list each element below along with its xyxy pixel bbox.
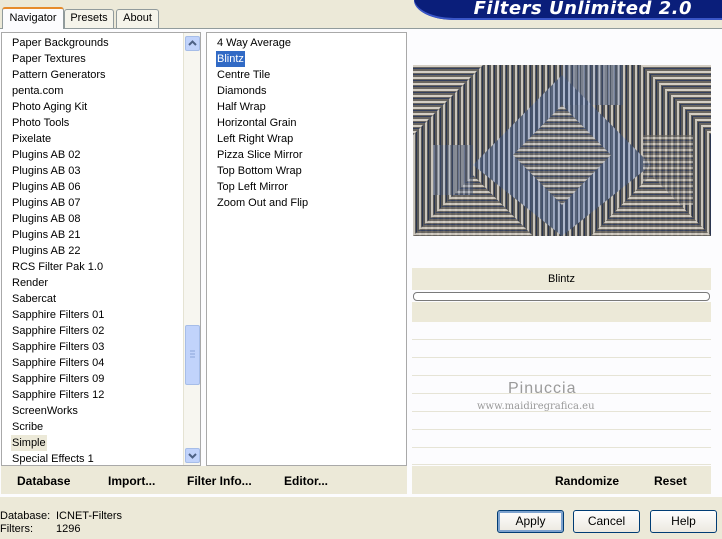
preview-image <box>413 65 711 236</box>
watermark-name: Pinuccia <box>508 380 577 397</box>
category-list-item[interactable]: Paper Textures <box>11 51 87 67</box>
filter-list-item[interactable]: Half Wrap <box>216 99 267 115</box>
filter-list-item[interactable]: Top Left Mirror <box>216 179 289 195</box>
category-list-item[interactable]: Plugins AB 21 <box>11 227 82 243</box>
category-list-item[interactable]: Scribe <box>11 419 44 435</box>
control-row <box>412 413 711 430</box>
filters-label: Filters: <box>0 523 33 535</box>
progress-bar <box>413 292 710 301</box>
category-list-item[interactable]: Pattern Generators <box>11 67 107 83</box>
category-list-item[interactable]: Simple <box>11 435 47 451</box>
help-button[interactable]: Help <box>650 510 717 533</box>
control-row <box>412 449 711 465</box>
control-row <box>412 341 711 358</box>
category-list-item[interactable]: Sapphire Filters 12 <box>11 387 105 403</box>
category-list-item[interactable]: RCS Filter Pak 1.0 <box>11 259 104 275</box>
category-scrollbar[interactable] <box>183 33 200 465</box>
category-list-item[interactable]: Plugins AB 07 <box>11 195 82 211</box>
category-list-item[interactable]: Render <box>11 275 49 291</box>
category-list-item[interactable]: Pixelate <box>11 131 52 147</box>
editor-button[interactable]: Editor... <box>284 474 328 488</box>
category-list-item[interactable]: ScreenWorks <box>11 403 79 419</box>
control-row <box>412 323 711 340</box>
chevron-up-icon[interactable] <box>185 36 200 51</box>
filters-count: 1296 <box>56 523 81 535</box>
apply-button[interactable]: Apply <box>497 510 564 533</box>
database-label: Database: <box>0 510 51 522</box>
category-list-item[interactable]: Photo Tools <box>11 115 70 131</box>
category-list-item[interactable]: penta.com <box>11 83 64 99</box>
category-list-item[interactable]: Sapphire Filters 09 <box>11 371 105 387</box>
category-list-item[interactable]: Photo Aging Kit <box>11 99 88 115</box>
title-banner: Filters Unlimited 2.0 <box>414 0 722 20</box>
database-button[interactable]: Database <box>17 474 70 488</box>
category-list-item[interactable]: Plugins AB 22 <box>11 243 82 259</box>
control-row <box>412 431 711 448</box>
filter-list[interactable]: 4 Way Average Blintz Centre Tile Diamonds Ha… <box>206 32 407 466</box>
category-list-item[interactable]: Sapphire Filters 04 <box>11 355 105 371</box>
category-list-item[interactable]: Plugins AB 08 <box>11 211 82 227</box>
filter-list-item[interactable]: Horizontal Grain <box>216 115 297 131</box>
filter-list-item[interactable]: Left Right Wrap <box>216 131 294 147</box>
category-list-item[interactable]: Sapphire Filters 01 <box>11 307 105 323</box>
filter-list-item[interactable]: Centre Tile <box>216 67 271 83</box>
filter-list-item[interactable]: 4 Way Average <box>216 35 292 51</box>
filter-list-item[interactable]: Pizza Slice Mirror <box>216 147 304 163</box>
filter-info-button[interactable]: Filter Info... <box>187 474 252 488</box>
randomize-button[interactable]: Randomize <box>555 474 619 488</box>
preview-top-area <box>412 32 711 64</box>
database-value: ICNET-Filters <box>56 510 122 522</box>
watermark-url: www.maidiregrafica.eu <box>477 401 595 412</box>
chevron-down-icon[interactable] <box>185 448 200 463</box>
tab-about[interactable]: About <box>116 9 159 28</box>
category-list-item[interactable]: Sapphire Filters 02 <box>11 323 105 339</box>
filter-list-item[interactable]: Top Bottom Wrap <box>216 163 303 179</box>
filter-list-item[interactable]: Zoom Out and Flip <box>216 195 309 211</box>
reset-button[interactable]: Reset <box>654 474 687 488</box>
app-title: Filters Unlimited 2.0 <box>473 0 692 19</box>
tab-navigator[interactable]: Navigator <box>2 7 64 29</box>
preview-spacer <box>412 236 711 266</box>
scroll-thumb[interactable] <box>185 325 200 385</box>
filter-list-item[interactable]: Blintz <box>216 51 245 67</box>
current-filter-name: Blintz <box>412 268 711 290</box>
control-row <box>412 359 711 376</box>
category-list-item[interactable]: Plugins AB 03 <box>11 163 82 179</box>
category-list-item[interactable]: Plugins AB 06 <box>11 179 82 195</box>
filter-list-item[interactable]: Diamonds <box>216 83 268 99</box>
category-list-item[interactable]: Sapphire Filters 03 <box>11 339 105 355</box>
import-button[interactable]: Import... <box>108 474 155 488</box>
category-list-item[interactable]: Sabercat <box>11 291 57 307</box>
tab-presets[interactable]: Presets <box>64 9 114 28</box>
category-list-item[interactable]: Special Effects 1 <box>11 451 95 465</box>
control-area <box>412 302 711 322</box>
category-list-item[interactable]: Paper Backgrounds <box>11 35 110 51</box>
cancel-button[interactable]: Cancel <box>573 510 640 533</box>
category-list-item[interactable]: Plugins AB 02 <box>11 147 82 163</box>
category-list[interactable]: Paper Backgrounds Paper Textures Pattern G… <box>1 32 201 466</box>
